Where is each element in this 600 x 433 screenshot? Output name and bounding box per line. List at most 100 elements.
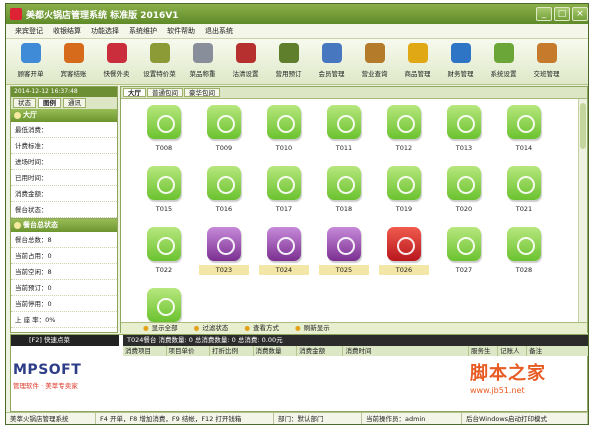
total-info: 餐台总数：8 当前占用：0 当前空闲：8 当前预订：0 当前停用：0 上 座 率：0% (11, 232, 117, 328)
table-state-icon (507, 166, 541, 200)
main-window: 美都火锅店管理系统 标准版 2016V1 _ □ × 来宾登记 收银结算 功能选择系… (5, 3, 589, 425)
table-name: T008 (155, 144, 173, 152)
table-tile[interactable]: T015 (139, 166, 189, 218)
toolbar-button-10[interactable]: 财务管理 (439, 39, 482, 85)
table-state-icon (447, 105, 481, 139)
watermark: 脚本之家 www.jb51.net (470, 359, 566, 401)
table-tile[interactable]: T016 (199, 166, 249, 218)
table-name: T017 (275, 205, 293, 213)
brand-subtitle: 管理软件 · 美萃专卖家 (13, 382, 78, 390)
toolbar-button-11[interactable]: 系统设置 (482, 39, 525, 85)
vertical-scrollbar[interactable] (578, 99, 587, 322)
tab-legend[interactable]: 图例 (38, 98, 61, 108)
table-state-icon (387, 227, 421, 261)
table-tile[interactable]: T017 (259, 166, 309, 218)
toolbar-button-0[interactable]: 顾客开单 (9, 39, 52, 85)
shift-icon (537, 43, 557, 63)
table-name: T015 (155, 205, 173, 213)
table-state-icon (147, 105, 181, 139)
takeout-icon (107, 43, 127, 63)
table-name: T026 (379, 265, 429, 275)
table-tile[interactable]: T023 (199, 227, 249, 279)
tab-status[interactable]: 状态 (13, 98, 36, 108)
quick-order-bar[interactable]: [F2] 快速点菜 (11, 335, 119, 346)
brand-name: MPSOFT (13, 362, 82, 378)
table-name: T012 (395, 144, 413, 152)
toolbar-label: 交班管理 (533, 70, 560, 78)
sold-out-icon (236, 43, 256, 63)
status-cell: F4 开单，F8 增加消费，F9 结帐，F12 打开钱箱 (96, 413, 274, 424)
toolbar-button-5[interactable]: 沽清设置 (224, 39, 267, 85)
table-tile[interactable]: T014 (499, 105, 549, 157)
tab-luxury-room[interactable]: 豪华包间 (184, 88, 220, 97)
status-row: 当前预订：0 (11, 280, 117, 296)
table-state-icon (447, 166, 481, 200)
table-tile[interactable]: T027 (439, 227, 489, 279)
table-tile[interactable]: T026 (379, 227, 429, 279)
tab-standard-room[interactable]: 普通包间 (147, 88, 183, 97)
table-name: T025 (319, 265, 369, 275)
toolbar-button-6[interactable]: 营用预订 (267, 39, 310, 85)
menu-item-5[interactable]: 退出系统 (200, 24, 238, 38)
minimize-button[interactable]: _ (536, 7, 552, 21)
table-tile[interactable]: T009 (199, 105, 249, 157)
table-tile[interactable]: T025 (319, 227, 369, 279)
goods-icon (408, 43, 428, 63)
table-name: T023 (199, 265, 249, 275)
table-tile[interactable]: T013 (439, 105, 489, 157)
status-cell: 后台Windows启动打印模式 (462, 413, 588, 424)
toolbar-button-2[interactable]: 快餐外卖 (95, 39, 138, 85)
table-tile[interactable]: T020 (439, 166, 489, 218)
toolbar-button-7[interactable]: 会员管理 (310, 39, 353, 85)
status-row: 已用时间： (11, 170, 117, 186)
table-tile[interactable]: T018 (319, 166, 369, 218)
tab-hall[interactable]: 大厅 (123, 88, 146, 97)
brand-logo: MPSOFT 管理软件 · 美萃专卖家 (13, 362, 117, 405)
status-row: 餐台总数：8 (11, 232, 117, 248)
table-tile[interactable]: T011 (319, 105, 369, 157)
show-all-button[interactable]: 显示全部 (143, 323, 178, 334)
table-state-icon (207, 105, 241, 139)
toolbar-button-12[interactable]: 交班管理 (525, 39, 568, 85)
table-state-icon (207, 227, 241, 261)
table-tile[interactable]: T019 (379, 166, 429, 218)
table-state-icon (507, 227, 541, 261)
status-row: 当前空闲：8 (11, 264, 117, 280)
toolbar-button-9[interactable]: 商品管理 (396, 39, 439, 85)
status-row: 餐台状态： (11, 202, 117, 218)
menu-item-4[interactable]: 软件帮助 (162, 24, 200, 38)
status-cell: 部门：默认部门 (274, 413, 362, 424)
table-tile[interactable]: T008 (139, 105, 189, 157)
menu-item-1[interactable]: 收银结算 (48, 24, 86, 38)
close-button[interactable]: × (572, 7, 588, 21)
menu-item-3[interactable]: 系统维护 (124, 24, 162, 38)
table-state-icon (147, 288, 181, 322)
table-tile[interactable]: T028 (499, 227, 549, 279)
table-state-icon (147, 227, 181, 261)
menu-item-0[interactable]: 来宾登记 (10, 24, 48, 38)
view-mode-button[interactable]: 查看方式 (244, 323, 279, 334)
refresh-button[interactable]: 刷新显示 (295, 323, 330, 334)
finance-icon (451, 43, 471, 63)
table-name: T019 (395, 205, 413, 213)
toolbar-button-1[interactable]: 宾客结账 (52, 39, 95, 85)
toolbar-button-4[interactable]: 菜品称重 (181, 39, 224, 85)
table-state-icon (447, 227, 481, 261)
filter-state-button[interactable]: 过滤状态 (194, 323, 228, 334)
table-tile[interactable]: T022 (139, 227, 189, 279)
table-tile[interactable]: T021 (499, 166, 549, 218)
left-status-panel: 2014-12-12 16:37:48 状态 图例 通讯 大厅 最低消费： 计费标… (10, 86, 118, 333)
table-tile[interactable]: T010 (259, 105, 309, 157)
order-column-header: 消费数量 (254, 346, 298, 356)
table-grid: T008 T009 T010 T011 T012 T013 T014 T015 T016 T017… (129, 103, 574, 335)
toolbar-button-8[interactable]: 营业查询 (353, 39, 396, 85)
menu-item-2[interactable]: 功能选择 (86, 24, 124, 38)
table-tile[interactable]: T024 (259, 227, 309, 279)
maximize-button[interactable]: □ (554, 7, 570, 21)
table-name: T011 (335, 144, 353, 152)
watermark-main: 脚本之家 (470, 363, 546, 384)
toolbar-button-3[interactable]: 设置特价菜 (138, 39, 181, 85)
tab-communication[interactable]: 通讯 (63, 98, 86, 108)
scroll-thumb[interactable] (580, 103, 586, 149)
table-tile[interactable]: T012 (379, 105, 429, 157)
